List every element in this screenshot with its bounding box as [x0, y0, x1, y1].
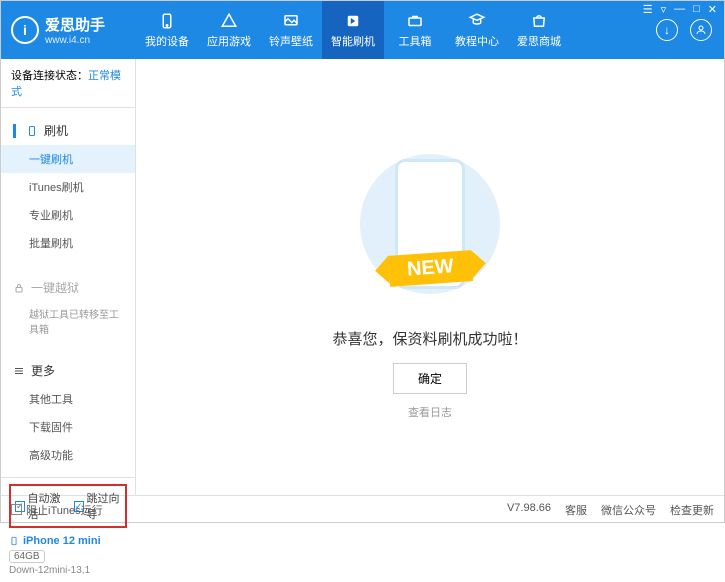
brand-url: www.i4.cn	[45, 35, 105, 46]
version-label: V7.98.66	[507, 502, 551, 518]
sidebar-item-downloadfw[interactable]: 下载固件	[1, 413, 135, 441]
sidebar-bottom: ✓自动激活 ✓跳过向导 iPhone 12 mini 64GB Down-12m…	[1, 477, 135, 582]
nav-ringtone[interactable]: 铃声壁纸	[260, 1, 322, 59]
apps-icon	[220, 12, 238, 30]
nav-my-device[interactable]: 我的设备	[136, 1, 198, 59]
flash-group: 刷机 一键刷机 iTunes刷机 专业刷机 批量刷机	[1, 108, 135, 265]
skin-icon[interactable]: ▿	[661, 3, 667, 16]
phone-icon	[9, 534, 19, 548]
wallpaper-icon	[282, 12, 300, 30]
close-icon[interactable]: ✕	[708, 3, 717, 16]
more-head[interactable]: 更多	[1, 356, 135, 385]
block-itunes-checkbox[interactable]: 阻止iTunes运行	[11, 502, 103, 518]
device-storage: 64GB	[9, 550, 45, 563]
device-icon	[158, 12, 176, 30]
user-icon[interactable]	[690, 19, 712, 41]
sidebar: 设备连接状态：正常模式 刷机 一键刷机 iTunes刷机 专业刷机 批量刷机 一…	[1, 59, 136, 495]
minimize-icon[interactable]: —	[674, 3, 685, 16]
sidebar-item-advanced[interactable]: 高级功能	[1, 441, 135, 469]
sidebar-item-batch[interactable]: 批量刷机	[1, 229, 135, 257]
sidebar-item-itunes[interactable]: iTunes刷机	[1, 173, 135, 201]
main-nav: 我的设备 应用游戏 铃声壁纸 智能刷机 工具箱 教程中心 爱思商城	[136, 1, 656, 59]
header: ☰ ▿ — □ ✕ i 爱思助手 www.i4.cn 我的设备 应用游戏 铃声壁…	[1, 1, 724, 59]
toolbox-icon	[406, 12, 424, 30]
tutorial-icon	[468, 12, 486, 30]
confirm-button[interactable]: 确定	[393, 363, 467, 394]
success-message: 恭喜您，保资料刷机成功啦！	[332, 328, 527, 349]
nav-tutorial[interactable]: 教程中心	[446, 1, 508, 59]
nav-store[interactable]: 爱思商城	[508, 1, 570, 59]
more-group: 更多 其他工具 下载固件 高级功能	[1, 348, 135, 477]
phone-icon	[26, 125, 38, 137]
view-log-link[interactable]: 查看日志	[408, 404, 452, 420]
header-right: ↓	[656, 19, 724, 41]
connection-status: 设备连接状态：正常模式	[1, 59, 135, 108]
new-banner: NEW	[388, 250, 473, 287]
flash-head[interactable]: 刷机	[1, 116, 135, 145]
more-icon	[13, 365, 25, 377]
jailbreak-group: 一键越狱 越狱工具已转移至工具箱	[1, 265, 135, 348]
lock-icon	[13, 282, 25, 294]
footer-support[interactable]: 客服	[565, 502, 587, 518]
nav-toolbox[interactable]: 工具箱	[384, 1, 446, 59]
footer-wechat[interactable]: 微信公众号	[601, 502, 656, 518]
sidebar-item-othertools[interactable]: 其他工具	[1, 385, 135, 413]
footer-update[interactable]: 检查更新	[670, 502, 714, 518]
sidebar-item-oneclick[interactable]: 一键刷机	[1, 145, 135, 173]
logo-area: i 爱思助手 www.i4.cn	[1, 14, 136, 46]
device-sub: Down-12mini-13,1	[9, 565, 127, 576]
store-icon	[530, 12, 548, 30]
success-illustration: NEW	[350, 134, 510, 314]
jailbreak-note: 越狱工具已转移至工具箱	[1, 302, 135, 340]
nav-flash[interactable]: 智能刷机	[322, 1, 384, 59]
download-icon[interactable]: ↓	[656, 19, 678, 41]
body: 设备连接状态：正常模式 刷机 一键刷机 iTunes刷机 专业刷机 批量刷机 一…	[1, 59, 724, 495]
window-controls: ☰ ▿ — □ ✕	[643, 3, 717, 16]
brand-name: 爱思助手	[45, 14, 105, 35]
maximize-icon[interactable]: □	[693, 3, 700, 16]
jailbreak-head: 一键越狱	[1, 273, 135, 302]
main-content: NEW 恭喜您，保资料刷机成功啦！ 确定 查看日志	[136, 59, 724, 495]
logo-icon: i	[11, 16, 39, 44]
sidebar-item-pro[interactable]: 专业刷机	[1, 201, 135, 229]
menu-icon[interactable]: ☰	[643, 3, 653, 16]
nav-apps[interactable]: 应用游戏	[198, 1, 260, 59]
device-info[interactable]: iPhone 12 mini 64GB Down-12mini-13,1	[9, 534, 127, 576]
flash-icon	[344, 12, 362, 30]
